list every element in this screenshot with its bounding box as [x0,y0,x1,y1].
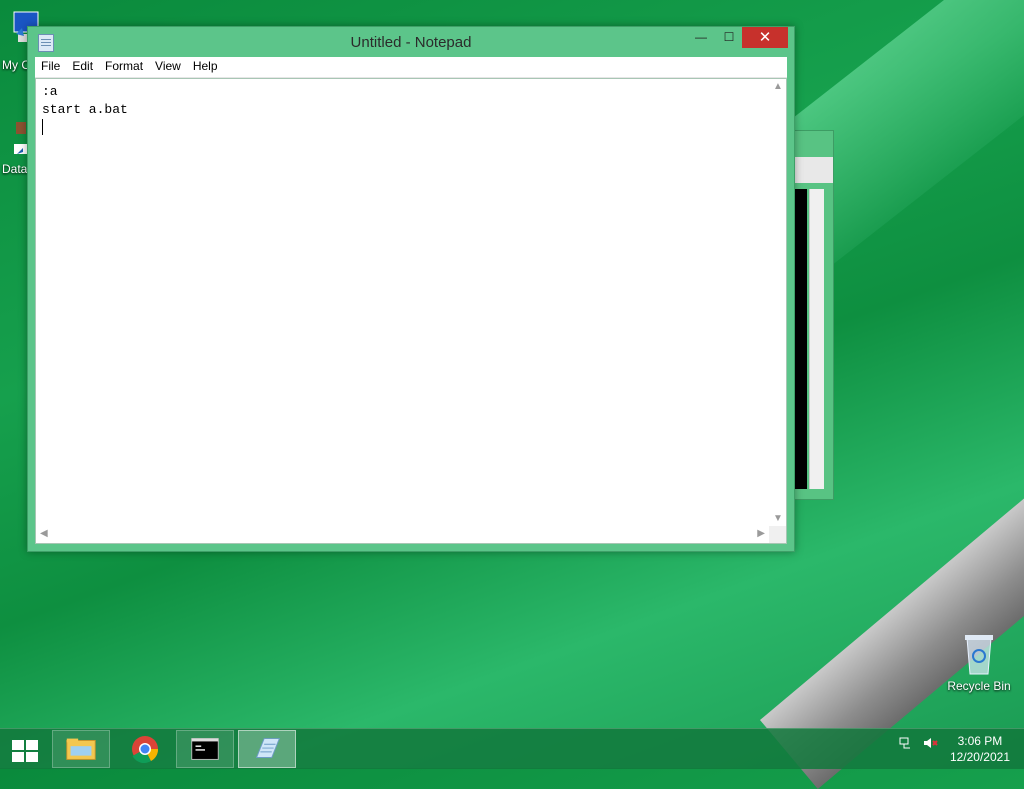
menu-edit[interactable]: Edit [66,57,99,75]
taskbar-command-prompt[interactable] [176,730,234,768]
taskbar-file-explorer[interactable] [52,730,110,768]
text-caret [42,119,43,135]
text-editor[interactable]: :a start a.bat ▲ ▼ ◀ ▶ [35,78,787,544]
volume-muted-icon[interactable] [922,735,938,754]
desktop-icon-label: Recycle Bin [947,679,1011,693]
scroll-right-icon[interactable]: ▶ [757,528,765,539]
menu-file[interactable]: File [35,57,66,75]
network-icon[interactable] [898,735,914,754]
menu-bar: File Edit Format View Help [35,57,787,78]
horizontal-scrollbar[interactable]: ◀ ▶ [36,526,769,543]
recycle-bin-icon [965,635,993,675]
notepad-icon [255,738,281,758]
maximize-button[interactable]: ☐ [716,27,742,48]
taskbar-notepad[interactable] [238,730,296,768]
clock-date: 12/20/2021 [949,750,1010,764]
notepad-window[interactable]: Untitled - Notepad — ☐ ✕ File Edit Format V… [27,26,795,552]
console-area [795,189,807,489]
titlebar[interactable]: Untitled - Notepad — ☐ ✕ [28,27,794,57]
windows-logo-icon [12,740,40,762]
menu-help[interactable]: Help [187,57,224,75]
scroll-left-icon[interactable]: ◀ [40,528,48,539]
folder-icon [66,738,96,760]
console-scrollbar[interactable] [809,189,824,489]
taskbar-chrome[interactable] [116,730,174,768]
desktop-icon-recycle-bin[interactable]: Recycle Bin [944,632,1014,693]
menu-format[interactable]: Format [99,57,149,75]
minimize-button[interactable]: — [688,27,714,48]
desktop-icon-label: My C [2,58,30,72]
start-button[interactable] [4,730,44,768]
taskbar: 3:06 PM 12/20/2021 [0,728,1024,769]
window-title: Untitled - Notepad [350,34,472,51]
background-console-window[interactable] [792,130,834,500]
console-icon [191,738,219,760]
scroll-up-icon[interactable]: ▲ [773,81,783,92]
resize-grip-icon[interactable] [769,526,786,543]
background-window-titlebar[interactable] [793,157,833,183]
chrome-icon [132,736,159,764]
scroll-down-icon[interactable]: ▼ [773,513,783,524]
desktop-icon-label: Data [2,162,28,176]
close-button[interactable]: ✕ [742,27,788,48]
editor-content[interactable]: :a start a.bat [42,83,128,119]
clock[interactable]: 3:06 PM 12/20/2021 [950,733,1010,765]
clock-time: 3:06 PM [957,734,1003,748]
menu-view[interactable]: View [149,57,187,75]
vertical-scrollbar[interactable]: ▲ ▼ [769,79,786,526]
